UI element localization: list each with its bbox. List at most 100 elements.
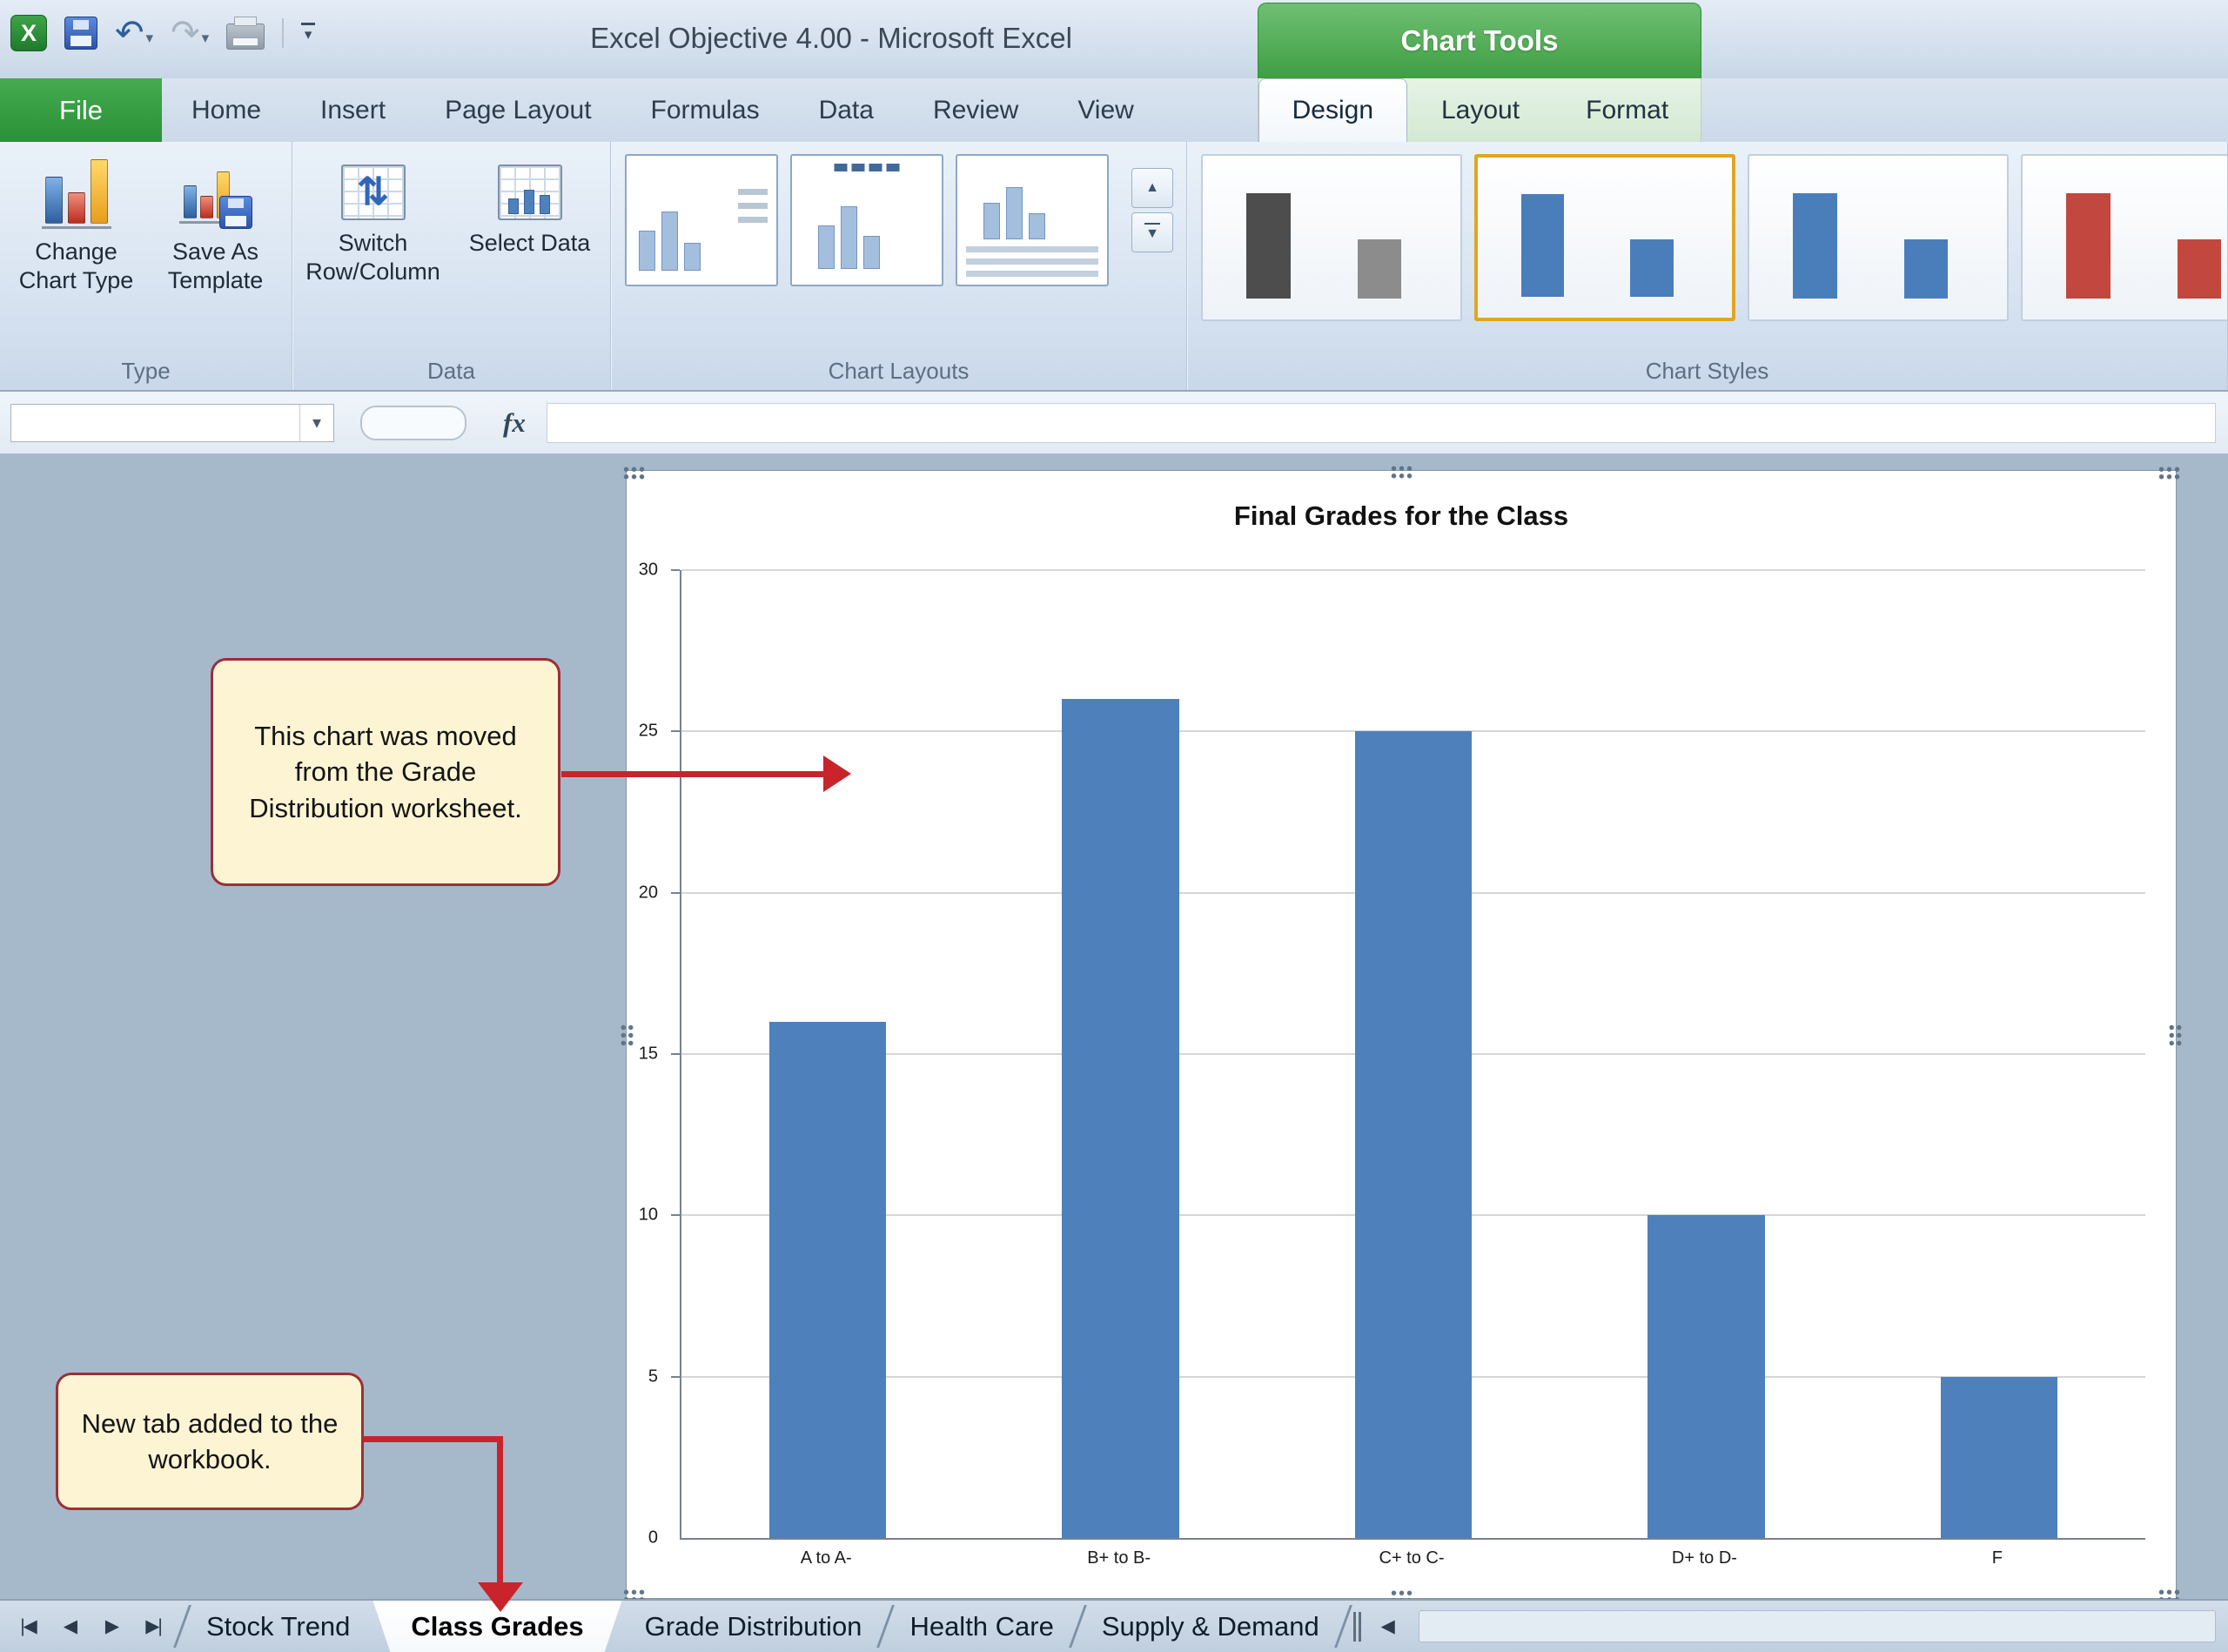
x-axis-label: D+ to D- (1671, 1548, 1737, 1568)
group-label-type: Type (121, 358, 171, 384)
undo-button[interactable]: ↶ ▾ (115, 16, 153, 50)
bar-b+-to-b-[interactable] (974, 570, 1266, 1538)
tab-insert[interactable]: Insert (291, 78, 415, 142)
ribbon-group-data: ⇅ Switch Row/Column Select Data Data (292, 142, 611, 390)
tab-review[interactable]: Review (903, 78, 1048, 142)
ribbon-group-type: Change Chart Type Save As Template Type (0, 142, 292, 390)
switch-row-column-button[interactable]: ⇅ Switch Row/Column (299, 152, 448, 286)
button-label: Save As Template (167, 238, 264, 293)
callout-new-tab: New tab added to the workbook. (56, 1373, 364, 1510)
name-box-dropdown[interactable]: ▾ (299, 404, 333, 441)
save-icon[interactable] (64, 17, 97, 50)
chevron-down-icon[interactable]: ▾ (146, 30, 154, 50)
undo-icon: ↶ (115, 14, 144, 52)
bar-d+-to-d-[interactable] (1560, 570, 1852, 1538)
y-axis-label: 10 (638, 1205, 658, 1225)
name-box[interactable]: ▾ (10, 403, 334, 442)
sheet-nav-buttons: |◀ ◀ ▶ ▶| (0, 1601, 181, 1652)
right-arrow-icon (823, 755, 851, 792)
chart-layout-2[interactable] (790, 154, 943, 286)
chart-layout-1[interactable] (625, 154, 778, 286)
tab-home[interactable]: Home (162, 78, 291, 142)
chart-object[interactable]: Final Grades for the Class 0 5 10 15 20 25 30 … (620, 465, 2183, 1604)
first-sheet-button[interactable]: |◀ (9, 1608, 47, 1646)
chart-layout-3[interactable] (956, 154, 1109, 286)
chart-style-blue[interactable] (1748, 154, 2009, 321)
y-axis-labels: 0 5 10 15 20 25 30 (627, 561, 672, 1548)
plot-area[interactable] (671, 569, 2145, 1540)
next-sheet-button[interactable]: ▶ (92, 1608, 131, 1646)
group-label-chart-styles: Chart Styles (1645, 358, 1769, 384)
x-axis-label: C+ to C- (1379, 1548, 1445, 1568)
ribbon-tab-row: File Home Insert Page Layout Formulas Da… (0, 78, 2228, 142)
excel-logo-icon[interactable]: X (10, 15, 47, 51)
tab-design[interactable]: Design (1258, 78, 1407, 142)
save-as-template-button[interactable]: Save As Template (150, 152, 282, 295)
y-axis-label: 25 (638, 721, 658, 741)
previous-sheet-button[interactable]: ◀ (50, 1608, 89, 1646)
scroll-up-button[interactable]: ▲ (1131, 168, 1173, 208)
down-arrow-icon: ▼ (1145, 226, 1159, 241)
bar-f[interactable] (1853, 570, 2145, 1538)
chevron-down-icon[interactable]: ▾ (202, 30, 210, 50)
callout-arrow-line (497, 1436, 503, 1586)
selection-handle[interactable] (620, 1023, 634, 1046)
y-axis-label: 0 (648, 1528, 658, 1548)
selection-handle[interactable] (2168, 1023, 2183, 1046)
change-chart-type-button[interactable]: Change Chart Type (10, 152, 143, 295)
sheet-tab-health-care[interactable]: Health Care (887, 1601, 1076, 1652)
tab-file[interactable]: File (0, 78, 162, 142)
save-template-icon (178, 152, 252, 229)
group-label-chart-layouts: Chart Layouts (828, 358, 970, 384)
ribbon-group-chart-styles: Chart Styles (1187, 142, 2228, 390)
horizontal-scrollbar[interactable] (1418, 1610, 2216, 1642)
title-bar: X ↶ ▾ ↷ ▾ ▾ Excel Objective 4.00 - Micro… (0, 0, 2228, 79)
selection-handle[interactable] (2158, 466, 2180, 480)
tab-splitter-handle[interactable] (1352, 1601, 1361, 1652)
chart-style-dark-gray[interactable] (1201, 154, 1462, 321)
sheet-tab-bar: |◀ ◀ ▶ ▶| Stock Trend Class Grades Grade… (0, 1599, 2228, 1652)
sheet-tab-stock-trend[interactable]: Stock Trend (184, 1601, 372, 1652)
chart-style-red[interactable] (2021, 154, 2227, 321)
tab-layout[interactable]: Layout (1407, 78, 1554, 142)
x-axis-label: A to A- (800, 1548, 852, 1568)
y-axis-label: 5 (648, 1367, 658, 1387)
selection-handle[interactable] (1390, 465, 1413, 480)
print-icon[interactable] (226, 17, 265, 50)
tab-page-layout[interactable]: Page Layout (415, 78, 621, 142)
bar-c+-to-c-[interactable] (1267, 570, 1560, 1538)
chart-style-blue-selected[interactable] (1474, 154, 1735, 321)
sheet-tab-supply-demand[interactable]: Supply & Demand (1079, 1601, 1342, 1652)
callout-arrow-line (561, 771, 825, 777)
last-sheet-button[interactable]: ▶| (134, 1608, 172, 1646)
redo-button[interactable]: ↷ ▾ (171, 16, 209, 50)
tab-formulas[interactable]: Formulas (621, 78, 789, 142)
customize-quick-access-button[interactable]: ▾ (301, 23, 316, 44)
callout-chart-moved: This chart was moved from the Grade Dist… (211, 658, 560, 886)
redo-icon: ↷ (171, 14, 200, 52)
sheet-tab-grade-distribution[interactable]: Grade Distribution (622, 1601, 885, 1652)
tab-data[interactable]: Data (789, 78, 903, 142)
toolbar-separator (282, 18, 285, 48)
scroll-left-button[interactable]: ◀ (1370, 1601, 1406, 1652)
tab-view[interactable]: View (1048, 78, 1163, 142)
contextual-tab-group: Design Layout Format (1258, 78, 1701, 142)
switch-row-column-icon: ⇅ (340, 165, 406, 220)
swap-arrows-icon: ⇅ (357, 171, 389, 214)
formula-input[interactable] (546, 402, 2216, 443)
down-arrow-icon (478, 1582, 523, 1612)
select-data-button[interactable]: Select Data (455, 152, 605, 286)
tab-format[interactable]: Format (1554, 78, 1701, 142)
x-axis-label: B+ to B- (1087, 1548, 1151, 1568)
button-label: Change Chart Type (18, 238, 134, 293)
up-arrow-icon: ▲ (1145, 180, 1159, 195)
insert-function-icon[interactable]: fx (503, 407, 526, 439)
quick-access-toolbar: X ↶ ▾ ↷ ▾ ▾ (10, 7, 316, 59)
selection-handle[interactable] (622, 466, 645, 480)
bar-a-to-a-[interactable] (681, 570, 974, 1538)
chart-title[interactable]: Final Grades for the Class (627, 500, 2176, 532)
chart-type-icon (41, 152, 111, 229)
select-data-icon (497, 165, 562, 220)
more-layouts-button[interactable]: ▼ (1131, 212, 1173, 252)
name-box-value[interactable] (11, 405, 299, 441)
